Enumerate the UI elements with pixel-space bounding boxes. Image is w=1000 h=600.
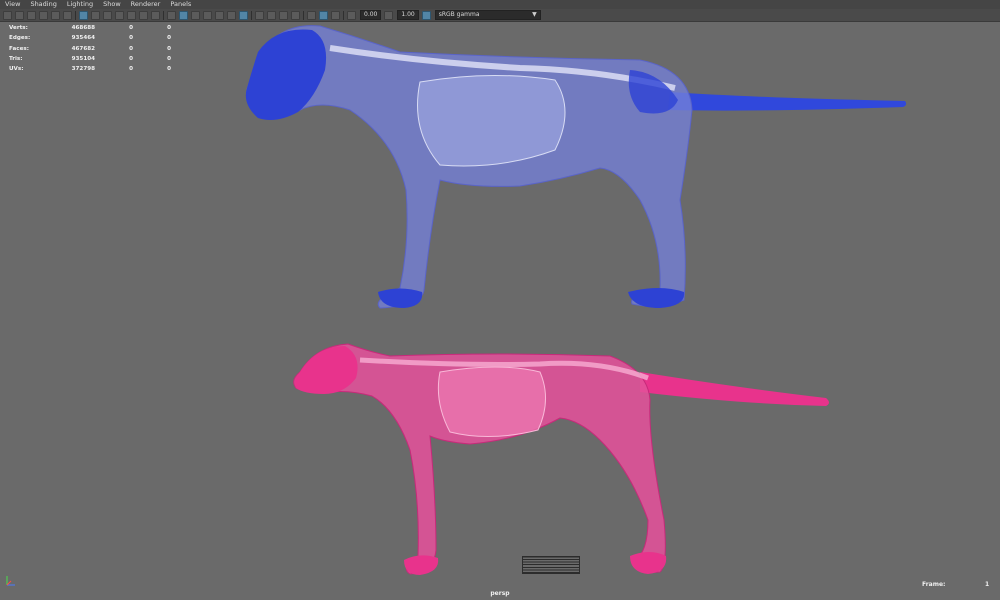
field-chart-icon[interactable] xyxy=(127,10,136,20)
menu-shading[interactable]: Shading xyxy=(25,0,61,9)
panel-menubar: View Shading Lighting Show Renderer Pane… xyxy=(0,0,1000,9)
frame-value: 1 xyxy=(985,581,990,588)
toolbar-divider xyxy=(343,10,344,20)
bookmarks-icon[interactable] xyxy=(27,10,36,20)
wireframe-icon[interactable] xyxy=(167,10,176,20)
hud-row-tris: Tris: 935104 0 0 xyxy=(9,56,171,63)
toolbar-divider xyxy=(303,10,304,20)
poly-count-hud: Verts: 468688 0 0 Edges: 935464 0 0 Face… xyxy=(9,23,171,74)
toolbar-divider xyxy=(75,10,76,20)
resolution-gate-icon[interactable] xyxy=(103,10,112,20)
safe-title-icon[interactable] xyxy=(151,10,160,20)
lion-ribcage xyxy=(417,74,566,167)
ground-grid xyxy=(522,556,580,574)
smooth-shade-icon[interactable] xyxy=(179,10,188,20)
scene-canvas xyxy=(245,25,907,575)
toolbar-divider xyxy=(251,10,252,20)
select-camera-icon[interactable] xyxy=(3,10,12,20)
lion-tail xyxy=(668,92,907,111)
camera-attributes-icon[interactable] xyxy=(15,10,24,20)
maya-viewport-window: View Shading Lighting Show Renderer Pane… xyxy=(0,0,1000,600)
lion-head xyxy=(245,29,327,120)
xray-icon[interactable] xyxy=(239,10,248,20)
gate-mask-icon[interactable] xyxy=(115,10,124,20)
motion-blur-icon[interactable] xyxy=(267,10,276,20)
color-management-icon[interactable] xyxy=(421,10,431,20)
cheetah-tail xyxy=(640,372,829,406)
shadows-icon[interactable] xyxy=(227,10,236,20)
gamma-icon[interactable] xyxy=(384,10,394,20)
menu-panels[interactable]: Panels xyxy=(165,0,196,9)
gamma-field[interactable]: 1.00 xyxy=(397,10,419,20)
grid-icon[interactable] xyxy=(79,10,88,20)
exposure-icon[interactable] xyxy=(347,10,356,20)
hud-row-edges: Edges: 935464 0 0 xyxy=(9,35,171,42)
perspective-viewport[interactable] xyxy=(0,22,1000,600)
frame-label: Frame: xyxy=(922,581,946,588)
view-axis-icon xyxy=(6,576,15,586)
grease-pencil-icon[interactable] xyxy=(63,10,72,20)
safe-action-icon[interactable] xyxy=(139,10,148,20)
menu-view[interactable]: View xyxy=(0,0,25,9)
exposure-field[interactable]: 0.00 xyxy=(360,10,382,20)
hud-row-uvs: UVs: 372798 0 0 xyxy=(9,66,171,73)
film-gate-icon[interactable] xyxy=(91,10,100,20)
camera-name-label: persp xyxy=(490,590,510,597)
ambient-occlusion-icon[interactable] xyxy=(255,10,264,20)
depth-of-field-icon[interactable] xyxy=(291,10,300,20)
color-space-dropdown[interactable]: sRGB gamma ▼ xyxy=(434,10,541,20)
toolbar-divider xyxy=(163,10,164,20)
cheetah-ribcage xyxy=(437,366,546,437)
lights-icon[interactable] xyxy=(215,10,224,20)
shaded-wireframe-icon[interactable] xyxy=(191,10,200,20)
isolate-select-icon[interactable] xyxy=(307,10,316,20)
xray-joints-icon[interactable] xyxy=(319,10,328,20)
image-plane-icon[interactable] xyxy=(39,10,48,20)
chevron-down-icon: ▼ xyxy=(532,11,537,18)
xray-active-components-icon[interactable] xyxy=(331,10,340,20)
color-space-value: sRGB gamma xyxy=(438,11,480,18)
cheetah-model[interactable] xyxy=(293,343,829,575)
hud-row-verts: Verts: 468688 0 0 xyxy=(9,25,171,32)
cheetah-front-paw xyxy=(404,555,439,575)
2d-pan-zoom-icon[interactable] xyxy=(51,10,60,20)
menu-show[interactable]: Show xyxy=(98,0,126,9)
anti-aliasing-icon[interactable] xyxy=(279,10,288,20)
menu-lighting[interactable]: Lighting xyxy=(62,0,98,9)
menu-renderer[interactable]: Renderer xyxy=(126,0,166,9)
panel-toolbar: 0.00 1.00 sRGB gamma ▼ xyxy=(0,9,1000,22)
lion-model[interactable] xyxy=(245,25,907,309)
textured-icon[interactable] xyxy=(203,10,212,20)
hud-row-faces: Faces: 467682 0 0 xyxy=(9,45,171,52)
